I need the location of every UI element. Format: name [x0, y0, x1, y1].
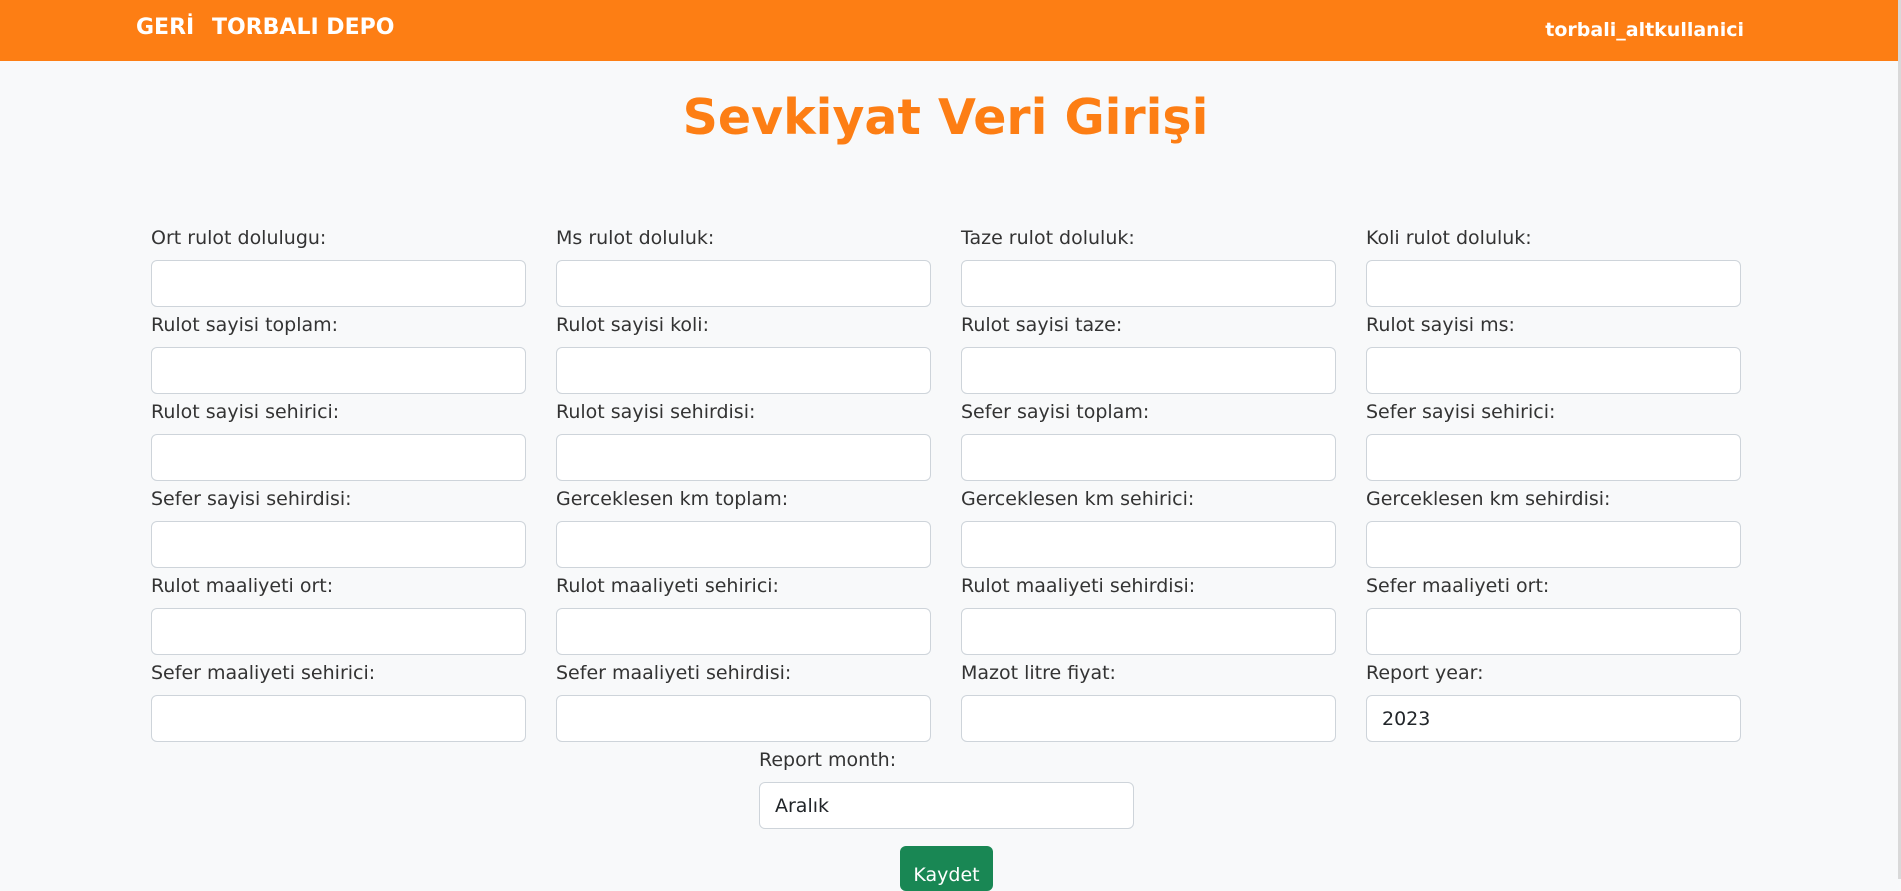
rulot-maaliyeti-sehirdisi-input[interactable]	[961, 608, 1336, 655]
user-menu-link[interactable]: torbali_altkullanici	[1545, 16, 1744, 44]
sefer-maaliyeti-sehirici-input[interactable]	[151, 695, 526, 742]
rulot-maaliyeti-ort-input[interactable]	[151, 608, 526, 655]
rulot-maaliyeti-sehirici-input[interactable]	[556, 608, 931, 655]
rulot-sayisi-toplam-input[interactable]	[151, 347, 526, 394]
field-gerceklesen-km-toplam: Gerceklesen km toplam:	[556, 487, 931, 568]
sefer-sayisi-sehirdisi-input[interactable]	[151, 521, 526, 568]
field-sefer-maaliyeti-sehirdisi: Sefer maaliyeti sehirdisi:	[556, 661, 931, 742]
field-label: Rulot sayisi sehirici:	[151, 401, 340, 423]
taze-rulot-doluluk-input[interactable]	[961, 260, 1336, 307]
report-month-input[interactable]	[759, 782, 1134, 829]
field-label: Rulot maaliyeti sehirici:	[556, 575, 779, 597]
field-label: Rulot sayisi koli:	[556, 314, 709, 336]
field-label: Ms rulot doluluk:	[556, 227, 715, 249]
rulot-sayisi-taze-input[interactable]	[961, 347, 1336, 394]
field-rulot-maaliyeti-sehirdisi: Rulot maaliyeti sehirdisi:	[961, 574, 1336, 655]
field-gerceklesen-km-sehirici: Gerceklesen km sehirici:	[961, 487, 1336, 568]
field-label: Sefer sayisi sehirdisi:	[151, 488, 352, 510]
field-label: Sefer sayisi sehirici:	[1366, 401, 1556, 423]
report-year-input[interactable]	[1366, 695, 1741, 742]
field-sefer-maaliyeti-ort: Sefer maaliyeti ort:	[1366, 574, 1741, 655]
field-label: Sefer maaliyeti sehirdisi:	[556, 662, 792, 684]
field-rulot-maaliyeti-ort: Rulot maaliyeti ort:	[151, 574, 526, 655]
gerceklesen-km-sehirdisi-input[interactable]	[1366, 521, 1741, 568]
rulot-sayisi-sehirdisi-input[interactable]	[556, 434, 931, 481]
field-label: Gerceklesen km toplam:	[556, 488, 789, 510]
field-label: Rulot maaliyeti ort:	[151, 575, 334, 597]
field-label: Gerceklesen km sehirdisi:	[1366, 488, 1611, 510]
ort-rulot-dolulugu-input[interactable]	[151, 260, 526, 307]
field-report-month: Report month:	[759, 748, 1134, 829]
field-label: Gerceklesen km sehirici:	[961, 488, 1195, 510]
field-gerceklesen-km-sehirdisi: Gerceklesen km sehirdisi:	[1366, 487, 1741, 568]
field-label: Rulot sayisi ms:	[1366, 314, 1515, 336]
field-sefer-sayisi-sehirici: Sefer sayisi sehirici:	[1366, 400, 1741, 481]
field-sefer-sayisi-toplam: Sefer sayisi toplam:	[961, 400, 1336, 481]
mazot-litre-fiyat-input[interactable]	[961, 695, 1336, 742]
sefer-sayisi-sehirici-input[interactable]	[1366, 434, 1741, 481]
field-label: Sefer maaliyeti sehirici:	[151, 662, 376, 684]
field-koli-rulot-doluluk: Koli rulot doluluk:	[1366, 226, 1741, 307]
field-rulot-sayisi-koli: Rulot sayisi koli:	[556, 313, 931, 394]
rulot-sayisi-ms-input[interactable]	[1366, 347, 1741, 394]
field-rulot-sayisi-taze: Rulot sayisi taze:	[961, 313, 1336, 394]
field-sefer-sayisi-sehirdisi: Sefer sayisi sehirdisi:	[151, 487, 526, 568]
field-rulot-sayisi-ms: Rulot sayisi ms:	[1366, 313, 1741, 394]
field-label: Koli rulot doluluk:	[1366, 227, 1532, 249]
back-link[interactable]: GERİ	[136, 14, 194, 42]
field-sefer-maaliyeti-sehirici: Sefer maaliyeti sehirici:	[151, 661, 526, 742]
field-label: Report month:	[759, 749, 897, 771]
gerceklesen-km-sehirici-input[interactable]	[961, 521, 1336, 568]
field-label: Rulot sayisi taze:	[961, 314, 1123, 336]
sefer-maaliyeti-sehirdisi-input[interactable]	[556, 695, 931, 742]
rulot-sayisi-koli-input[interactable]	[556, 347, 931, 394]
gerceklesen-km-toplam-input[interactable]	[556, 521, 931, 568]
sefer-sayisi-toplam-input[interactable]	[961, 434, 1336, 481]
field-label: Sefer maaliyeti ort:	[1366, 575, 1550, 597]
koli-rulot-doluluk-input[interactable]	[1366, 260, 1741, 307]
field-taze-rulot-doluluk: Taze rulot doluluk:	[961, 226, 1336, 307]
field-label: Report year:	[1366, 662, 1484, 684]
field-label: Rulot sayisi sehirdisi:	[556, 401, 756, 423]
ms-rulot-doluluk-input[interactable]	[556, 260, 931, 307]
rulot-sayisi-sehirici-input[interactable]	[151, 434, 526, 481]
field-mazot-litre-fiyat: Mazot litre fiyat:	[961, 661, 1336, 742]
field-report-year: Report year:	[1366, 661, 1741, 742]
field-label: Rulot maaliyeti sehirdisi:	[961, 575, 1196, 597]
field-rulot-sayisi-sehirici: Rulot sayisi sehirici:	[151, 400, 526, 481]
field-label: Mazot litre fiyat:	[961, 662, 1116, 684]
save-button[interactable]: Kaydet	[900, 846, 993, 891]
field-rulot-sayisi-sehirdisi: Rulot sayisi sehirdisi:	[556, 400, 931, 481]
field-label: Ort rulot dolulugu:	[151, 227, 327, 249]
field-label: Taze rulot doluluk:	[961, 227, 1135, 249]
field-label: Sefer sayisi toplam:	[961, 401, 1150, 423]
field-rulot-sayisi-toplam: Rulot sayisi toplam:	[151, 313, 526, 394]
sefer-maaliyeti-ort-input[interactable]	[1366, 608, 1741, 655]
page-title: Sevkiyat Veri Girişi	[682, 89, 1209, 146]
field-ms-rulot-doluluk: Ms rulot doluluk:	[556, 226, 931, 307]
field-label: Rulot sayisi toplam:	[151, 314, 339, 336]
brand-link[interactable]: TORBALI DEPO	[212, 14, 394, 42]
field-rulot-maaliyeti-sehirici: Rulot maaliyeti sehirici:	[556, 574, 931, 655]
field-ort-rulot-dolulugu: Ort rulot dolulugu:	[151, 226, 526, 307]
top-navbar: GERİ TORBALI DEPO torbali_altkullanici	[0, 0, 1898, 61]
